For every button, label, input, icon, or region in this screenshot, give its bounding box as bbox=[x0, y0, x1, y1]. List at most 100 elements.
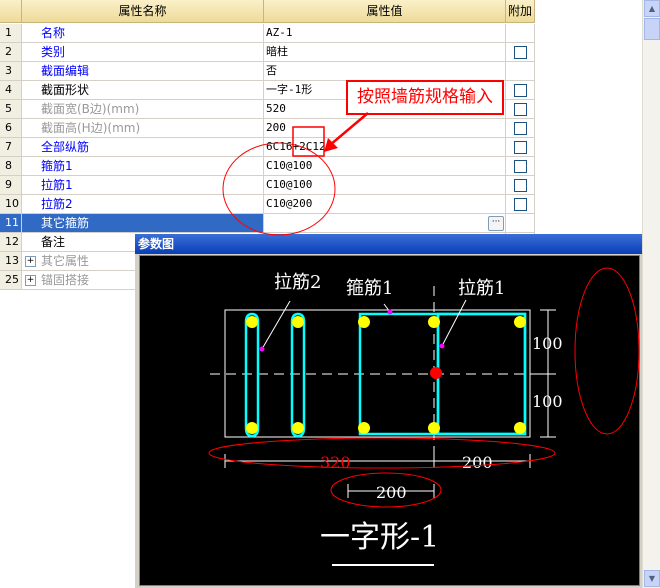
property-value[interactable]: C10@100 bbox=[264, 157, 506, 176]
label-tie1: 拉筋1 bbox=[458, 278, 505, 299]
row-number: 5 bbox=[0, 100, 22, 119]
rebar-dot bbox=[292, 422, 304, 434]
dim-320: 320 bbox=[320, 453, 351, 472]
row-number: 6 bbox=[0, 119, 22, 138]
row-number: 9 bbox=[0, 176, 22, 195]
table-row[interactable]: 10 拉筋2 C10@200 bbox=[0, 195, 535, 214]
tie2-marker bbox=[259, 346, 265, 352]
extra-cell bbox=[506, 157, 535, 176]
row-number: 1 bbox=[0, 24, 22, 43]
extra-checkbox[interactable] bbox=[514, 103, 527, 116]
row-number: 25 bbox=[0, 271, 22, 290]
property-name[interactable]: 全部纵筋 bbox=[22, 138, 264, 157]
table-row[interactable]: 8 箍筋1 C10@100 bbox=[0, 157, 535, 176]
tie2-leader bbox=[261, 300, 291, 350]
plus-box-icon[interactable]: + bbox=[25, 275, 36, 286]
diagram-canvas: 拉筋2 箍筋1 拉筋1 100 100 320 200 200 一字形-1 bbox=[139, 255, 640, 586]
extra-checkbox[interactable] bbox=[514, 160, 527, 173]
extra-cell bbox=[506, 62, 535, 81]
extra-checkbox[interactable] bbox=[514, 122, 527, 135]
center-point bbox=[430, 367, 442, 379]
rebar-dot bbox=[514, 422, 526, 434]
extra-cell bbox=[506, 24, 535, 43]
row-number: 12 bbox=[0, 233, 22, 252]
plus-box-icon[interactable]: + bbox=[25, 256, 36, 267]
extra-cell bbox=[506, 119, 535, 138]
dim-100-top: 100 bbox=[532, 334, 563, 353]
rebar-dot bbox=[428, 316, 440, 328]
property-name[interactable]: 类别 bbox=[22, 43, 264, 62]
row-number: 8 bbox=[0, 157, 22, 176]
panel-title: 参数图 bbox=[135, 234, 642, 254]
rebar-dot bbox=[358, 422, 370, 434]
annotation-callout: 按照墙筋规格输入 bbox=[346, 80, 504, 115]
extra-checkbox[interactable] bbox=[514, 179, 527, 192]
scroll-up-arrow-icon[interactable]: ▲ bbox=[644, 0, 660, 17]
header-property-name[interactable]: 属性名称 bbox=[22, 0, 264, 23]
row-number: 4 bbox=[0, 81, 22, 100]
property-value[interactable]: C10@200 bbox=[264, 195, 506, 214]
extra-checkbox[interactable] bbox=[514, 141, 527, 154]
extra-checkbox[interactable] bbox=[514, 46, 527, 59]
tie1-leader bbox=[441, 299, 467, 347]
stirrup1-marker bbox=[387, 309, 393, 315]
property-name[interactable]: 截面高(H边)(mm) bbox=[22, 119, 264, 138]
table-row[interactable]: 11 其它箍筋 ··· bbox=[0, 214, 535, 233]
property-value[interactable] bbox=[264, 214, 506, 233]
extra-cell bbox=[506, 176, 535, 195]
extra-checkbox[interactable] bbox=[514, 84, 527, 97]
property-name[interactable]: 截面宽(B边)(mm) bbox=[22, 100, 264, 119]
rebar-dot bbox=[292, 316, 304, 328]
scroll-down-arrow-icon[interactable]: ▼ bbox=[644, 570, 660, 587]
rebar-dot bbox=[428, 422, 440, 434]
label-stirrup1: 箍筋1 bbox=[346, 278, 393, 299]
dim-200-bottom: 200 bbox=[376, 483, 407, 502]
property-name[interactable]: 其它箍筋 bbox=[22, 214, 264, 233]
property-value[interactable]: C10@100 bbox=[264, 176, 506, 195]
table-row[interactable]: 6 截面高(H边)(mm) 200 bbox=[0, 119, 535, 138]
extra-cell bbox=[506, 100, 535, 119]
scrollbar-thumb[interactable] bbox=[644, 18, 660, 40]
header-property-value[interactable]: 属性值 bbox=[264, 0, 506, 23]
rebar-dot bbox=[358, 316, 370, 328]
property-name[interactable]: 箍筋1 bbox=[22, 157, 264, 176]
property-value[interactable]: 6C16+2C12 bbox=[264, 138, 506, 157]
ellipsis-icon[interactable]: ··· bbox=[488, 216, 504, 231]
extra-cell bbox=[506, 195, 535, 214]
rebar-dot bbox=[246, 316, 258, 328]
property-name[interactable]: 截面形状 bbox=[22, 81, 264, 100]
property-name[interactable]: 名称 bbox=[22, 24, 264, 43]
row-number: 13 bbox=[0, 252, 22, 271]
property-value[interactable]: 否 bbox=[264, 62, 506, 81]
tie2-hook-right bbox=[290, 312, 306, 438]
extra-cell bbox=[506, 43, 535, 62]
rebar-dot bbox=[514, 316, 526, 328]
shape-name: 一字形-1 bbox=[320, 520, 439, 555]
table-row[interactable]: 7 全部纵筋 6C16+2C12 bbox=[0, 138, 535, 157]
property-name[interactable]: 截面编辑 bbox=[22, 62, 264, 81]
property-value[interactable]: 200 bbox=[264, 119, 506, 138]
header-extra[interactable]: 附加 bbox=[506, 0, 535, 23]
property-name[interactable]: 拉筋1 bbox=[22, 176, 264, 195]
parameter-diagram-panel: 参数图 拉筋2 箍筋1 拉筋1 100 100 320 200 200 一字形-… bbox=[135, 234, 642, 588]
extra-cell bbox=[506, 81, 535, 100]
table-row[interactable]: 3 截面编辑否 bbox=[0, 62, 535, 81]
row-number: 10 bbox=[0, 195, 22, 214]
table-row[interactable]: 1 名称 AZ-1 bbox=[0, 24, 535, 43]
extra-checkbox[interactable] bbox=[514, 198, 527, 211]
row-number: 2 bbox=[0, 43, 22, 62]
rebar-dot bbox=[246, 422, 258, 434]
dim-100-bottom: 100 bbox=[532, 392, 563, 411]
label-tie2: 拉筋2 bbox=[274, 272, 321, 293]
property-value[interactable]: AZ-1 bbox=[264, 24, 506, 43]
tie1-marker bbox=[439, 343, 445, 349]
dim-200-right: 200 bbox=[462, 453, 493, 472]
extra-cell bbox=[506, 214, 535, 233]
vertical-scrollbar[interactable]: ▲ ▼ bbox=[642, 0, 660, 588]
header-corner bbox=[0, 0, 22, 23]
property-value[interactable]: 暗柱 bbox=[264, 43, 506, 62]
tie2-hook-left bbox=[244, 312, 260, 438]
property-name[interactable]: 拉筋2 bbox=[22, 195, 264, 214]
table-row[interactable]: 2 类别 暗柱 bbox=[0, 43, 535, 62]
table-row[interactable]: 9 拉筋1 C10@100 bbox=[0, 176, 535, 195]
